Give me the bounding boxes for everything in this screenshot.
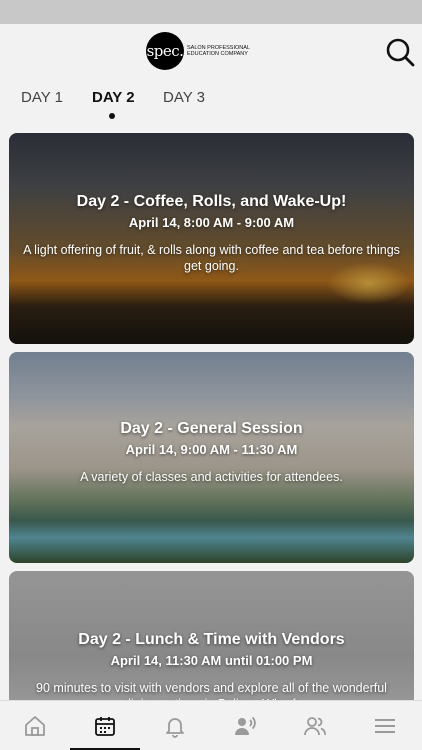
- nav-menu[interactable]: [350, 701, 420, 750]
- home-icon: [25, 716, 45, 736]
- bottom-nav: [0, 700, 422, 750]
- tab-day-1[interactable]: DAY 1: [21, 89, 63, 106]
- status-bar: [0, 0, 422, 24]
- search-icon: [386, 38, 415, 67]
- event-description: A light offering of fruit, & rolls along…: [23, 243, 400, 273]
- event-card[interactable]: Day 2 - Lunch & Time with Vendors April …: [9, 571, 414, 700]
- logo-mark: spec.: [146, 32, 184, 70]
- event-card[interactable]: Day 2 - General Session April 14, 9:00 A…: [9, 352, 414, 563]
- active-tab-indicator: [109, 113, 115, 119]
- event-card-content: Day 2 - Lunch & Time with Vendors April …: [9, 631, 414, 700]
- search-button[interactable]: [384, 36, 416, 68]
- tab-day-3[interactable]: DAY 3: [163, 89, 205, 106]
- event-card[interactable]: Day 2 - Coffee, Rolls, and Wake-Up! Apri…: [9, 133, 414, 344]
- nav-speakers[interactable]: [210, 701, 280, 750]
- people-icon: [304, 717, 326, 736]
- nav-schedule[interactable]: [70, 701, 140, 750]
- event-title: Day 2 - Coffee, Rolls, and Wake-Up!: [76, 193, 347, 210]
- logo-text: Salon Professional Education Company: [187, 44, 250, 58]
- event-time: April 14, 11:30 AM until 01:00 PM: [110, 653, 313, 668]
- event-list: Day 2 - Coffee, Rolls, and Wake-Up! Apri…: [0, 128, 422, 700]
- event-description: 90 minutes to visit with vendors and exp…: [36, 681, 387, 700]
- tab-day-2[interactable]: DAY 2: [92, 89, 135, 106]
- menu-icon: [375, 719, 395, 733]
- calendar-icon: [95, 717, 115, 736]
- nav-attendees[interactable]: [280, 701, 350, 750]
- event-card-content: Day 2 - Coffee, Rolls, and Wake-Up! Apri…: [9, 193, 414, 274]
- event-time: April 14, 9:00 AM - 11:30 AM: [125, 442, 298, 457]
- app-header: spec. Salon Professional Education Compa…: [0, 24, 422, 80]
- day-tabs: DAY 1 DAY 2 DAY 3: [0, 80, 422, 124]
- event-title: Day 2 - Lunch & Time with Vendors: [78, 631, 345, 648]
- speaker-icon: [235, 716, 256, 735]
- nav-notifications[interactable]: [140, 701, 210, 750]
- spec-logo: spec. Salon Professional Education Compa…: [146, 32, 259, 70]
- event-description: A variety of classes and activities for …: [80, 470, 343, 484]
- bell-icon: [166, 718, 184, 738]
- nav-home[interactable]: [0, 701, 70, 750]
- event-time: April 14, 8:00 AM - 9:00 AM: [128, 215, 295, 230]
- event-title: Day 2 - General Session: [120, 420, 303, 437]
- event-card-content: Day 2 - General Session April 14, 9:00 A…: [9, 420, 414, 485]
